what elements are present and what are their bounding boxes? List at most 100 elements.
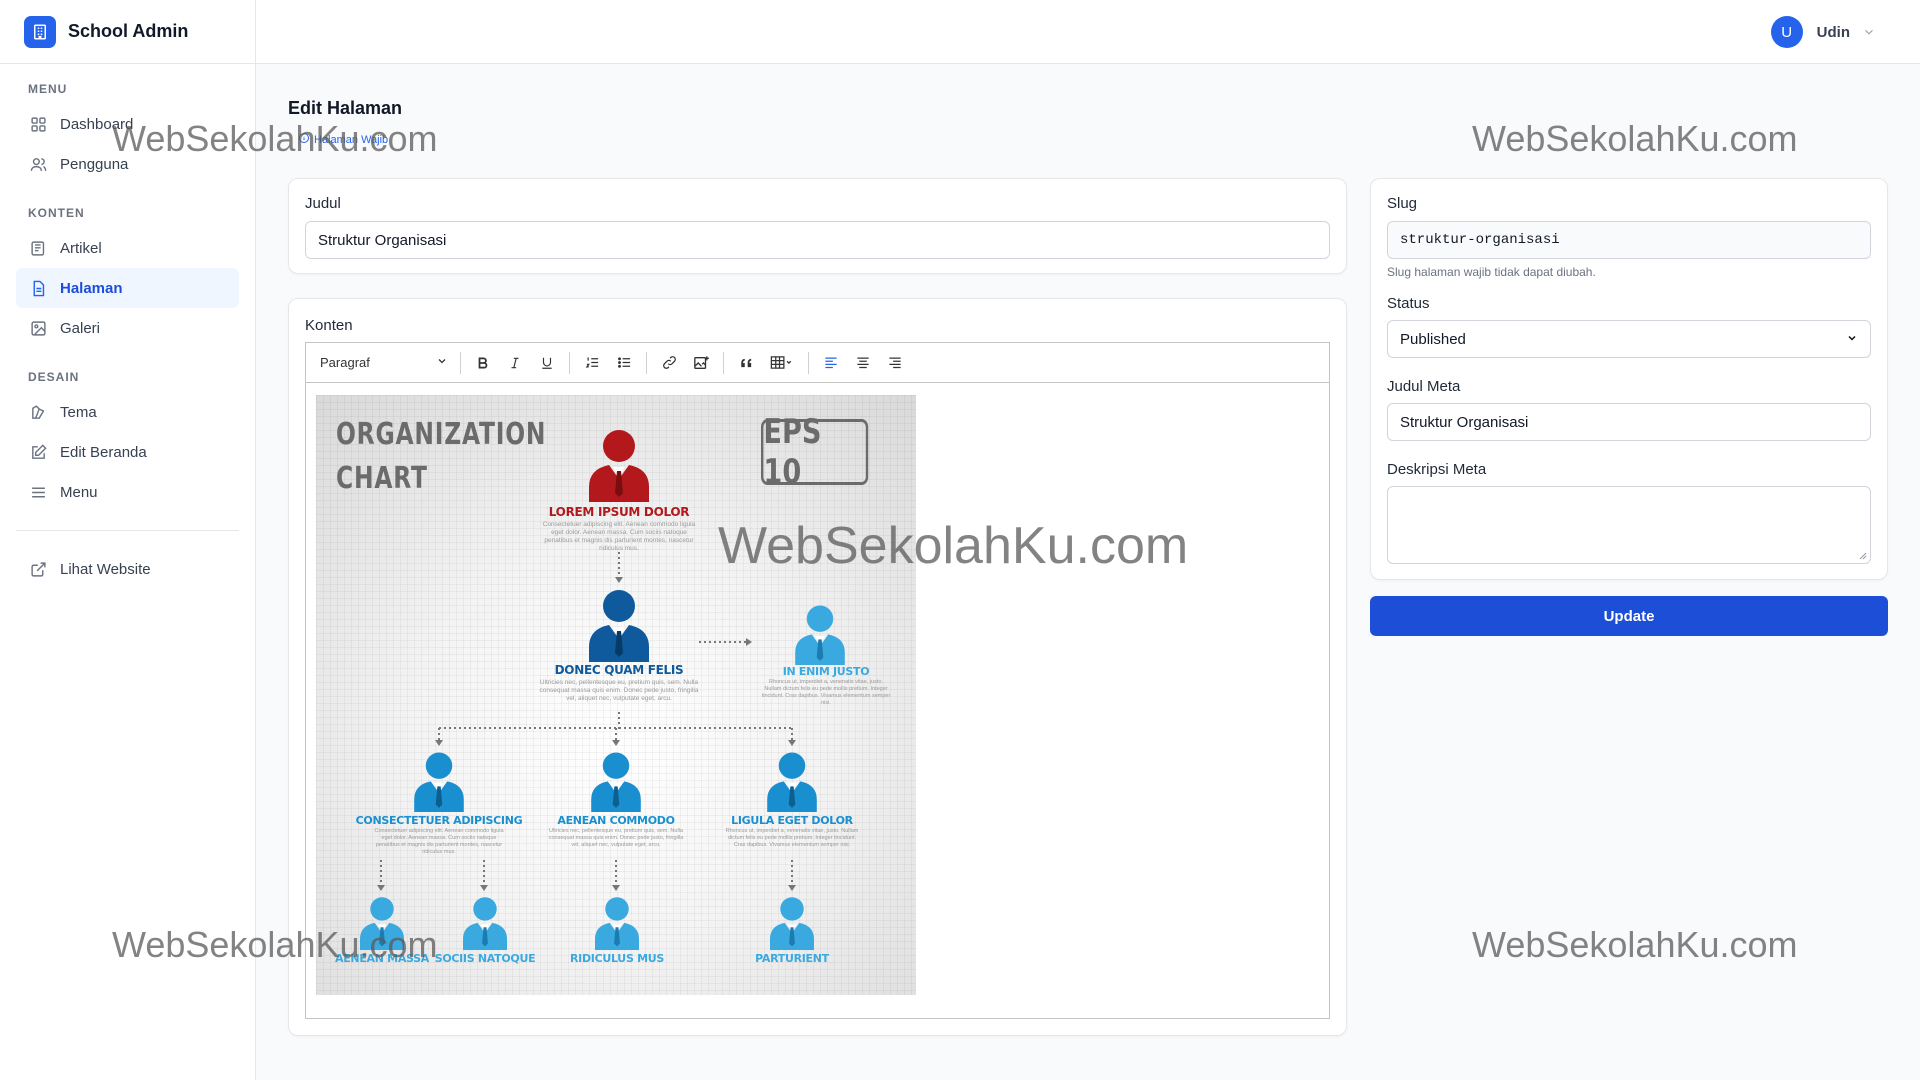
- blockquote-icon[interactable]: [730, 348, 762, 378]
- toolbar-separator: [646, 351, 647, 374]
- person-icon: [795, 605, 845, 665]
- toolbar-separator: [723, 351, 724, 374]
- watermark: WebSekolahKu.com: [112, 118, 438, 159]
- underline-icon[interactable]: [531, 348, 563, 378]
- watermark: WebSekolahKu.com: [1472, 924, 1798, 965]
- toolbar-separator: [460, 351, 461, 374]
- sidebar-item-tema[interactable]: Tema: [16, 392, 239, 432]
- meta-description-textarea[interactable]: [1387, 486, 1871, 564]
- image-icon: [28, 318, 48, 338]
- person-icon: [589, 430, 649, 502]
- rich-text-editor[interactable]: Paragraf ORGANIZATION CHART EPS 10 LOREM…: [305, 342, 1330, 1019]
- numbered-list-icon[interactable]: [576, 348, 608, 378]
- person-icon: [589, 590, 649, 662]
- topbar: U Udin: [256, 0, 1920, 64]
- document-icon: [28, 278, 48, 298]
- editor-toolbar: Paragraf: [306, 343, 1329, 383]
- italic-icon[interactable]: [499, 348, 531, 378]
- meta-title-label: Judul Meta: [1387, 378, 1461, 395]
- section-konten: KONTEN: [28, 206, 85, 220]
- heading-select-label: Paragraf: [320, 355, 370, 370]
- slug-help-text: Slug halaman wajib tidak dapat diubah.: [1387, 265, 1596, 279]
- meta-description-label: Deskripsi Meta: [1387, 461, 1487, 478]
- sidebar-divider: [16, 530, 239, 531]
- node-name: IN ENIM JUSTO: [782, 665, 870, 678]
- slug-label: Slug: [1387, 195, 1418, 212]
- sidebar-item-edit-beranda[interactable]: Edit Beranda: [16, 432, 239, 472]
- node-name: DONEC QUAM FELIS: [554, 663, 684, 677]
- watermark: WebSekolahKu.com: [718, 517, 1189, 575]
- palette-icon: [28, 402, 48, 422]
- node-name: SOCIIS NATOQUE: [434, 952, 536, 965]
- user-menu[interactable]: U Udin: [1770, 16, 1876, 48]
- bold-icon[interactable]: [467, 348, 499, 378]
- toolbar-separator: [808, 351, 809, 374]
- konten-label: Konten: [305, 317, 353, 334]
- node-description: Consectetuer adipiscing elit. Aenean com…: [542, 521, 696, 552]
- section-desain: DESAIN: [28, 370, 80, 384]
- watermark: WebSekolahKu.com: [1472, 118, 1798, 159]
- app-title: School Admin: [68, 21, 189, 41]
- brand[interactable]: School Admin: [0, 0, 255, 64]
- slug-input[interactable]: struktur-organisasi: [1387, 221, 1871, 259]
- sidebar-item-halaman[interactable]: Halaman: [16, 268, 239, 308]
- grid-icon: [28, 114, 48, 134]
- node-name: PARTURIENT: [755, 952, 829, 965]
- person-icon: [414, 752, 464, 812]
- chevron-down-icon: [436, 355, 448, 370]
- org-chart-image[interactable]: ORGANIZATION CHART EPS 10 LOREM IPSUM DO…: [316, 395, 916, 995]
- sidebar-item-galeri[interactable]: Galeri: [16, 308, 239, 348]
- sidebar-item-artikel[interactable]: Artikel: [16, 228, 239, 268]
- toolbar-separator: [569, 351, 570, 374]
- user-name: Udin: [1816, 23, 1850, 41]
- resize-handle-icon[interactable]: [1859, 552, 1867, 560]
- node-description: Consectetuer adipiscing elit. Aenean com…: [374, 828, 504, 855]
- sidebar-item-label: Galeri: [60, 319, 101, 337]
- section-menu: MENU: [28, 82, 68, 96]
- watermark: WebSekolahKu.com: [112, 924, 438, 965]
- sidebar-item-lihat-website[interactable]: Lihat Website: [16, 549, 239, 589]
- building-icon: [24, 15, 56, 48]
- sidebar-item-label: Halaman: [60, 279, 123, 297]
- status-selected-value: Published: [1400, 330, 1466, 348]
- person-icon: [463, 897, 507, 950]
- judul-input[interactable]: Struktur Organisasi: [305, 221, 1330, 259]
- sidebar-item-label: Tema: [60, 403, 97, 421]
- align-right-icon[interactable]: [879, 348, 911, 378]
- update-button[interactable]: Update: [1370, 596, 1888, 636]
- edit-icon: [28, 442, 48, 462]
- meta-card: Slug struktur-organisasi Slug halaman wa…: [1370, 178, 1888, 580]
- sidebar-item-label: Lihat Website: [60, 560, 151, 578]
- align-center-icon[interactable]: [847, 348, 879, 378]
- link-icon[interactable]: [653, 348, 685, 378]
- person-icon: [591, 752, 641, 812]
- status-select[interactable]: Published: [1387, 320, 1871, 358]
- users-icon: [28, 154, 48, 174]
- external-link-icon: [28, 559, 48, 579]
- table-icon[interactable]: [762, 348, 802, 378]
- heading-select[interactable]: Paragraf: [314, 348, 454, 378]
- avatar: U: [1770, 16, 1803, 48]
- insert-image-icon[interactable]: [685, 348, 717, 378]
- page-title: Edit Halaman: [288, 98, 403, 118]
- align-left-icon[interactable]: [815, 348, 847, 378]
- person-icon: [595, 897, 639, 950]
- node-name: RIDICULUS MUS: [570, 952, 664, 965]
- person-icon: [767, 752, 817, 812]
- node-name: AENEAN COMMODO: [557, 814, 675, 827]
- node-name: LIGULA EGET DOLOR: [731, 814, 853, 827]
- meta-title-input[interactable]: Struktur Organisasi: [1387, 403, 1871, 441]
- bullet-list-icon[interactable]: [608, 348, 640, 378]
- node-description: Rhoncus ut, imperdiet a, venenatis vitae…: [725, 828, 859, 848]
- node-description: Ultricies nec, pellentesque eu, pretium …: [548, 828, 684, 848]
- title-card: Judul Struktur Organisasi: [288, 178, 1347, 274]
- newspaper-icon: [28, 238, 48, 258]
- node-name: LOREM IPSUM DOLOR: [548, 505, 690, 519]
- sidebar-item-label: Artikel: [60, 239, 102, 257]
- chevron-down-icon: [1862, 25, 1876, 39]
- sidebar-item-menu[interactable]: Menu: [16, 472, 239, 512]
- node-description: Ultricies nec, pellentesque eu, pretium …: [539, 679, 699, 702]
- node-description: Rhoncus ut, imperdiet a, venenatis vitae…: [761, 679, 891, 706]
- person-icon: [770, 897, 814, 950]
- editor-content[interactable]: ORGANIZATION CHART EPS 10 LOREM IPSUM DO…: [316, 395, 916, 995]
